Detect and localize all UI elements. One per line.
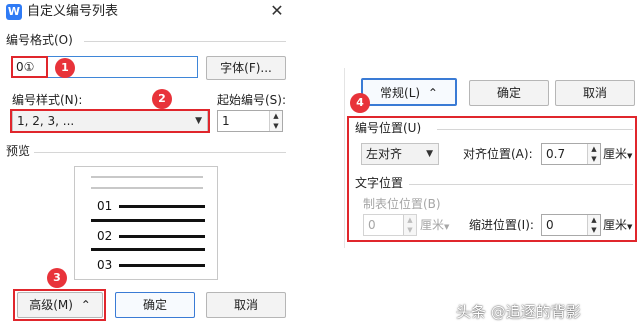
spin-down-icon[interactable]: ▼ (588, 225, 600, 235)
preview-number: 02 (97, 229, 113, 243)
chevron-down-icon: ▼ (627, 223, 633, 231)
align-at-unit: 厘米 (603, 147, 628, 161)
spin-down-icon[interactable]: ▼ (270, 121, 282, 131)
preview-line (91, 248, 205, 251)
chevron-up-icon: ⌃ (427, 86, 438, 100)
spin-up-icon: ▲ (407, 216, 413, 224)
preview-number: 03 (97, 258, 113, 272)
indent-unit: 厘米 (603, 218, 628, 232)
start-at-stepper[interactable]: ▲ ▼ (269, 111, 282, 131)
callout-box-2 (10, 109, 210, 133)
wps-logo-icon: W (6, 4, 22, 20)
text-position-label: 文字位置 (355, 176, 404, 190)
number-align-value: 左对齐 (366, 147, 403, 161)
spin-up-icon[interactable]: ▲ (588, 144, 600, 154)
indent-unit-dropdown[interactable]: 厘米▼ (603, 218, 632, 234)
start-at-value: 1 (222, 114, 230, 128)
number-align-select[interactable]: 左对齐 ▼ (361, 143, 439, 165)
group-divider (437, 129, 633, 130)
spin-down-icon: ▼ (407, 226, 413, 234)
preview-line (119, 235, 205, 238)
watermark: 头条 @追逐的背影 (456, 303, 581, 321)
preview-line (119, 205, 205, 208)
preview-line (119, 264, 205, 267)
tab-stop-stepper: ▲ ▼ (403, 215, 416, 235)
ok-button[interactable]: 确定 (115, 292, 195, 318)
tab-stop-value: 0 (368, 218, 376, 232)
align-at-unit-dropdown[interactable]: 厘米▼ (603, 147, 632, 163)
tab-stop-unit: 厘米 (420, 218, 445, 232)
number-style-label: 编号样式(N): (12, 93, 83, 107)
ok-button[interactable]: 确定 (469, 80, 549, 106)
spin-up-icon[interactable]: ▲ (588, 215, 600, 225)
group-divider (34, 152, 286, 153)
indent-label: 缩进位置(I): (469, 218, 534, 232)
tab-stop-unit-dropdown: 厘米▼ (420, 218, 449, 234)
preview-line (91, 219, 205, 222)
preview-line (91, 176, 203, 178)
close-icon[interactable]: ✕ (268, 2, 286, 20)
custom-numbering-dialog: W 自定义编号列表 ✕ 编号格式(O) 0① 1 字体(F)... 编号样式(N… (0, 0, 292, 331)
step-badge-3: 3 (47, 268, 67, 288)
align-at-value: 0.7 (546, 147, 566, 161)
group-divider (84, 41, 286, 42)
title-bar: W 自定义编号列表 ✕ (0, 0, 292, 24)
align-at-label: 对齐位置(A): (463, 147, 533, 161)
number-position-label: 编号位置(U) (355, 121, 422, 135)
align-at-stepper[interactable]: ▲ ▼ (587, 144, 600, 164)
chevron-down-icon: ▼ (627, 152, 633, 160)
preview-number: 01 (97, 199, 113, 213)
spin-down-icon[interactable]: ▼ (588, 154, 600, 164)
callout-box-1 (11, 56, 48, 78)
spin-up-icon[interactable]: ▲ (270, 111, 282, 121)
number-format-label: 编号格式(O) (6, 33, 73, 47)
normal-button[interactable]: 常规(L) ⌃ (361, 78, 457, 106)
start-at-label: 起始编号(S): (217, 93, 287, 107)
preview-box: 01 02 03 (74, 166, 218, 280)
expanded-advanced-panel: 常规(L) ⌃ 确定 取消 4 编号位置(U) 左对齐 ▼ 对齐位置(A): 0… (344, 68, 640, 248)
font-button[interactable]: 字体(F)... (206, 56, 286, 80)
cancel-button[interactable]: 取消 (555, 80, 635, 106)
chevron-down-icon: ▼ (444, 223, 450, 231)
preview-line (91, 187, 203, 189)
group-divider (409, 184, 633, 185)
callout-box-3 (13, 289, 106, 321)
cancel-button[interactable]: 取消 (206, 292, 286, 318)
step-badge-1: 1 (55, 58, 75, 78)
chevron-down-icon: ▼ (426, 149, 433, 159)
preview-label: 预览 (6, 144, 31, 158)
step-badge-2: 2 (152, 89, 172, 109)
indent-stepper[interactable]: ▲ ▼ (587, 215, 600, 235)
normal-button-label: 常规(L) (380, 86, 421, 100)
dialog-title: 自定义编号列表 (27, 4, 119, 19)
tab-stop-label: 制表位位置(B) (363, 197, 441, 211)
indent-value: 0 (546, 218, 554, 232)
step-badge-4: 4 (350, 93, 370, 113)
